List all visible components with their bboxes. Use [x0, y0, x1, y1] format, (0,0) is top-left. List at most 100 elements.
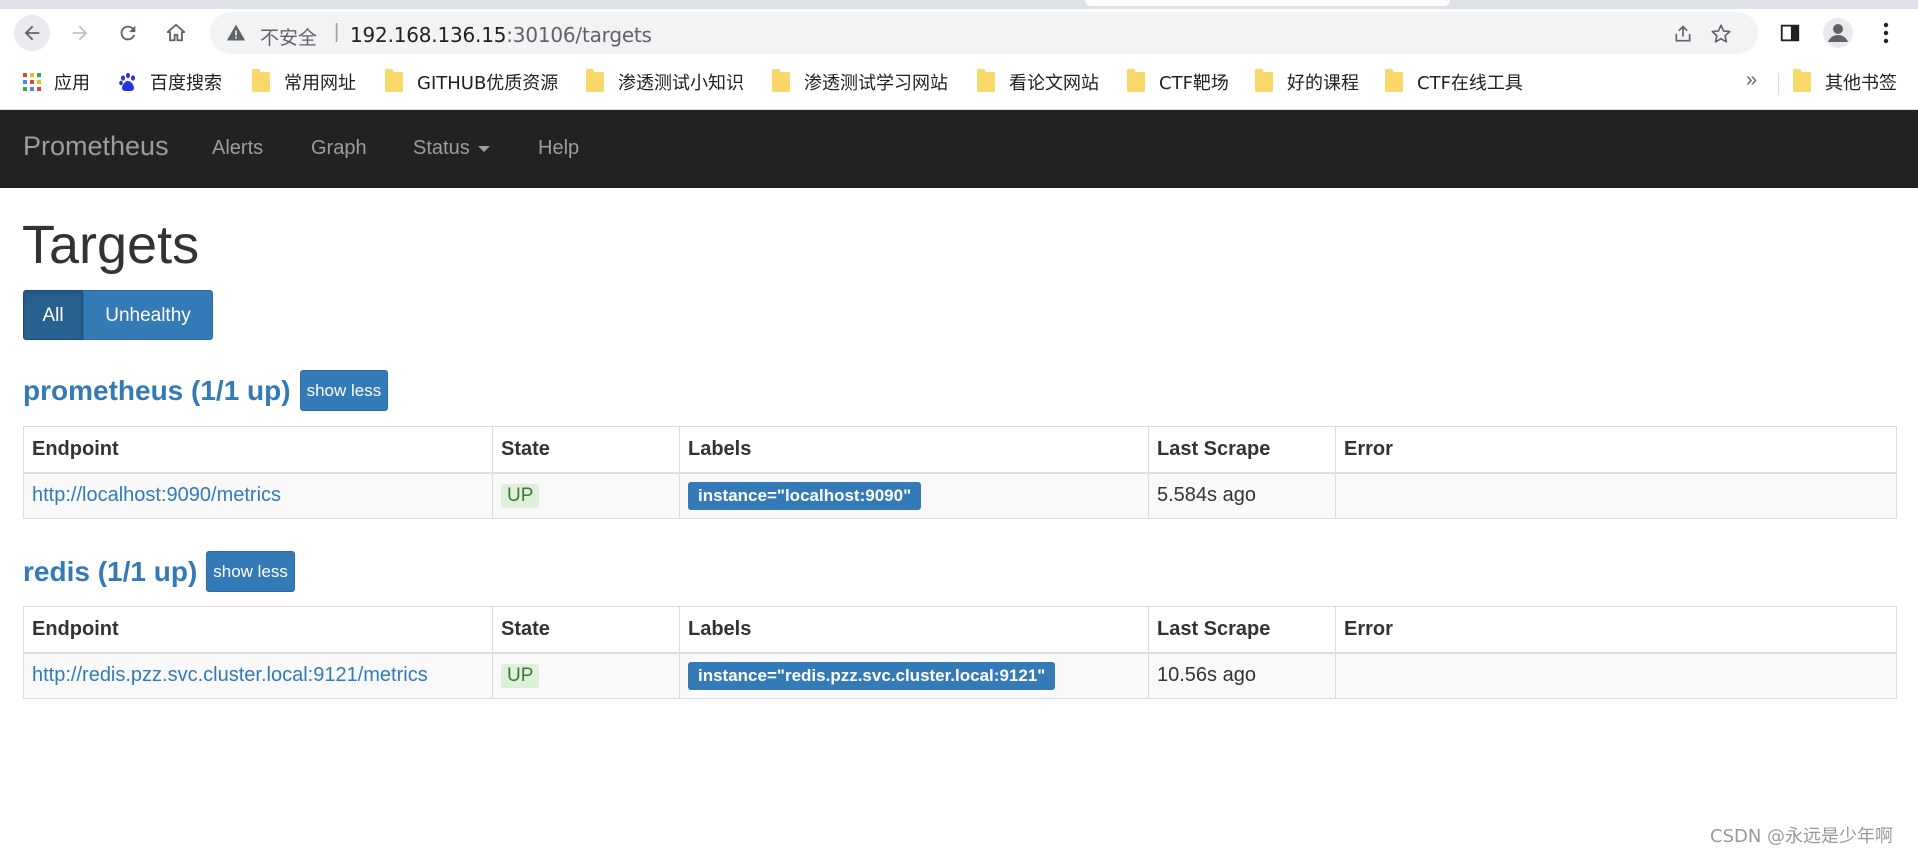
warning-triangle-icon[interactable]	[226, 23, 246, 43]
filter-all-button[interactable]: All	[23, 290, 83, 340]
last-scrape-cell: 10.56s ago	[1148, 652, 1336, 699]
address-separator: |	[334, 21, 340, 43]
bookmark-folder[interactable]: 渗透测试学习网站	[772, 69, 948, 95]
watermark-text: CSDN @永远是少年啊	[1710, 826, 1894, 847]
label-badge: instance="redis.pzz.svc.cluster.local:91…	[688, 661, 1056, 690]
home-button[interactable]	[158, 15, 194, 51]
browser-toolbar: 不安全 | 192.168.136.15:30106/targets	[0, 9, 1918, 55]
arrow-right-icon	[72, 25, 88, 41]
endpoint-link[interactable]: http://localhost:9090/metrics	[32, 484, 281, 506]
job-header: redis (1/1 up) show less	[23, 551, 295, 592]
nav-alerts[interactable]: Alerts	[212, 137, 263, 160]
target-filter-group: All Unhealthy	[23, 290, 213, 340]
header-last-scrape: Last Scrape	[1148, 426, 1336, 474]
folder-icon	[772, 69, 790, 92]
table-row: http://localhost:9090/metrics UP instanc…	[23, 472, 1897, 519]
job-title-link[interactable]: prometheus (1/1 up)	[23, 375, 291, 407]
bookmark-folder[interactable]: GITHUB优质资源	[385, 69, 558, 95]
back-button[interactable]	[14, 15, 50, 51]
folder-icon	[586, 69, 604, 92]
bookmark-label: CTF靶场	[1159, 73, 1229, 94]
url-text[interactable]: 192.168.136.15:30106/targets	[350, 23, 652, 47]
error-cell	[1335, 472, 1897, 519]
bookmark-label: 其他书签	[1825, 73, 1897, 94]
state-badge: UP	[501, 663, 540, 688]
arrow-left-icon	[24, 25, 40, 41]
show-less-button[interactable]: show less	[299, 370, 389, 411]
folder-icon	[385, 69, 403, 92]
folder-icon	[1127, 69, 1145, 92]
table-row: http://redis.pzz.svc.cluster.local:9121/…	[23, 652, 1897, 699]
bookmark-label: 渗透测试小知识	[618, 73, 744, 94]
filter-unhealthy-button[interactable]: Unhealthy	[83, 290, 213, 340]
address-bar[interactable]: 不安全 | 192.168.136.15:30106/targets	[210, 12, 1758, 54]
bookmark-label: CTF在线工具	[1417, 73, 1523, 94]
home-icon	[166, 23, 186, 42]
show-less-button[interactable]: show less	[206, 551, 295, 592]
folder-icon	[1793, 69, 1811, 92]
kebab-menu-icon[interactable]	[1870, 17, 1902, 49]
header-state: State	[492, 426, 680, 474]
endpoint-link[interactable]: http://redis.pzz.svc.cluster.local:9121/…	[32, 664, 428, 686]
last-scrape-cell: 5.584s ago	[1148, 472, 1336, 519]
bookmark-star-icon[interactable]	[1708, 21, 1734, 47]
page-title: Targets	[22, 215, 200, 275]
bookmarks-overflow-chevron[interactable]: »	[1746, 69, 1757, 92]
state-badge: UP	[501, 483, 540, 508]
bookmark-folder[interactable]: 看论文网站	[977, 69, 1099, 95]
bookmark-folder[interactable]: CTF在线工具	[1385, 69, 1523, 95]
folder-icon	[1385, 69, 1403, 92]
bookmark-folder[interactable]: 好的课程	[1255, 69, 1359, 95]
header-endpoint: Endpoint	[23, 426, 493, 474]
reload-button[interactable]	[110, 15, 146, 51]
bookmark-label: 百度搜索	[150, 73, 222, 94]
header-error: Error	[1335, 426, 1897, 474]
url-host: 192.168.136.15	[350, 23, 507, 47]
bookmark-folder[interactable]: 常用网址	[252, 69, 356, 95]
profile-avatar-icon[interactable]	[1822, 17, 1854, 49]
apps-grid-icon	[23, 73, 41, 91]
bookmark-label: 应用	[54, 73, 90, 94]
insecure-label[interactable]: 不安全	[260, 23, 317, 50]
bookmark-baidu[interactable]: 百度搜索	[118, 69, 222, 95]
job-header: prometheus (1/1 up) show less	[23, 370, 389, 411]
state-cell: UP	[492, 472, 680, 519]
nav-status-label: Status	[413, 137, 470, 159]
table-header-row: Endpoint State Labels Last Scrape Error	[23, 606, 1897, 654]
folder-icon	[252, 69, 270, 92]
active-tab-edge[interactable]	[1085, 0, 1450, 6]
bookmark-other[interactable]: 其他书签	[1793, 69, 1897, 95]
error-cell	[1335, 652, 1897, 699]
share-icon[interactable]	[1670, 21, 1696, 47]
bookmark-folder[interactable]: CTF靶场	[1127, 69, 1229, 95]
endpoint-cell: http://localhost:9090/metrics	[23, 472, 493, 519]
header-last-scrape: Last Scrape	[1148, 606, 1336, 654]
brand-link[interactable]: Prometheus	[23, 131, 169, 162]
side-panel-icon[interactable]	[1774, 17, 1806, 49]
labels-cell: instance="redis.pzz.svc.cluster.local:91…	[679, 652, 1149, 699]
nav-status-dropdown[interactable]: Status	[413, 137, 490, 160]
bookmark-label: GITHUB优质资源	[417, 73, 559, 94]
endpoint-cell: http://redis.pzz.svc.cluster.local:9121/…	[23, 652, 493, 699]
forward-button[interactable]	[62, 15, 98, 51]
bookmark-apps[interactable]: 应用	[22, 69, 90, 95]
header-endpoint: Endpoint	[23, 606, 493, 654]
folder-icon	[977, 69, 995, 92]
job-title-link[interactable]: redis (1/1 up)	[23, 556, 197, 588]
header-error: Error	[1335, 606, 1897, 654]
nav-help[interactable]: Help	[538, 137, 579, 160]
bookmark-label: 好的课程	[1287, 73, 1359, 94]
header-labels: Labels	[679, 606, 1149, 654]
folder-icon	[1255, 69, 1273, 92]
header-state: State	[492, 606, 680, 654]
bookmark-label: 渗透测试学习网站	[804, 73, 948, 94]
url-path: :30106/targets	[506, 23, 652, 47]
labels-cell: instance="localhost:9090"	[679, 472, 1149, 519]
bookmark-folder[interactable]: 渗透测试小知识	[586, 69, 744, 95]
bookmark-label: 看论文网站	[1009, 73, 1099, 94]
baidu-paw-icon	[119, 72, 135, 91]
bookmarks-divider	[1778, 73, 1779, 95]
reload-icon	[120, 25, 136, 41]
nav-graph[interactable]: Graph	[311, 137, 367, 160]
targets-table: Endpoint State Labels Last Scrape Error …	[23, 426, 1897, 519]
